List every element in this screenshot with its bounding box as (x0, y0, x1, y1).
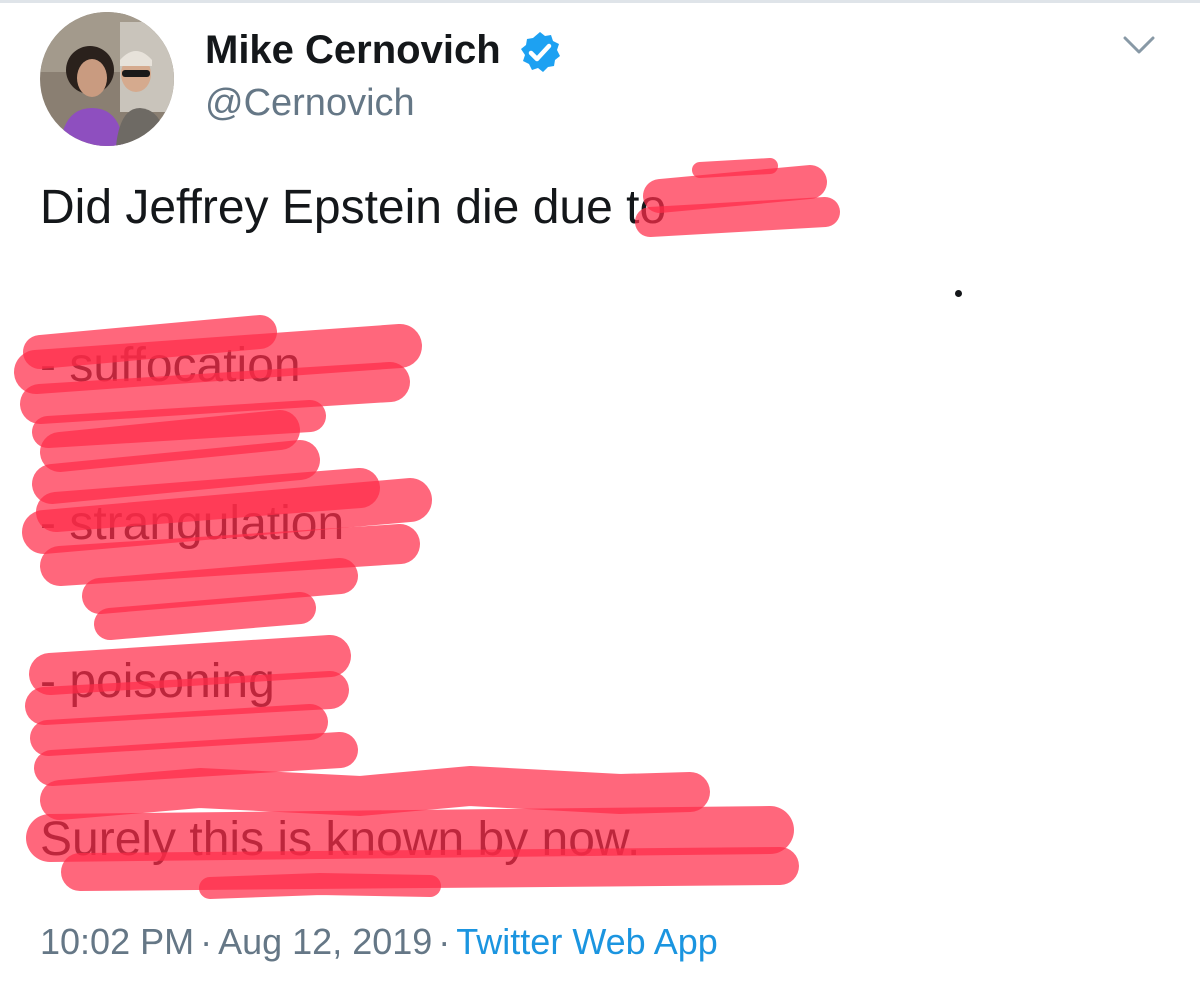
tweet-text-line: - suffocation (40, 339, 301, 392)
author-handle[interactable]: @Cernovich (205, 82, 415, 124)
tweet-time[interactable]: 10:02 PM (40, 921, 194, 962)
tweet-text-line: Did Jeffrey Epstein die due to (40, 181, 667, 234)
tweet-source-link[interactable]: Twitter Web App (456, 921, 717, 962)
meta-separator: · (200, 921, 213, 962)
chevron-down-icon[interactable] (1122, 30, 1156, 58)
tweet-text-line: - poisoning (40, 655, 275, 708)
author-display-name[interactable]: Mike Cernovich (205, 28, 501, 72)
avatar-photo (40, 12, 174, 146)
stray-dot (955, 290, 962, 297)
avatar[interactable] (40, 12, 174, 146)
verified-badge-icon (521, 32, 560, 72)
tweet-text-line: - strangulation (40, 497, 345, 550)
meta-separator: · (438, 921, 451, 962)
tweet-text-line: Surely this is known by now. (40, 813, 641, 866)
tweet-meta: 10:02 PM · Aug 12, 2019 · Twitter Web App (40, 918, 718, 966)
tweet-date[interactable]: Aug 12, 2019 (218, 921, 432, 962)
top-divider (0, 0, 1200, 3)
